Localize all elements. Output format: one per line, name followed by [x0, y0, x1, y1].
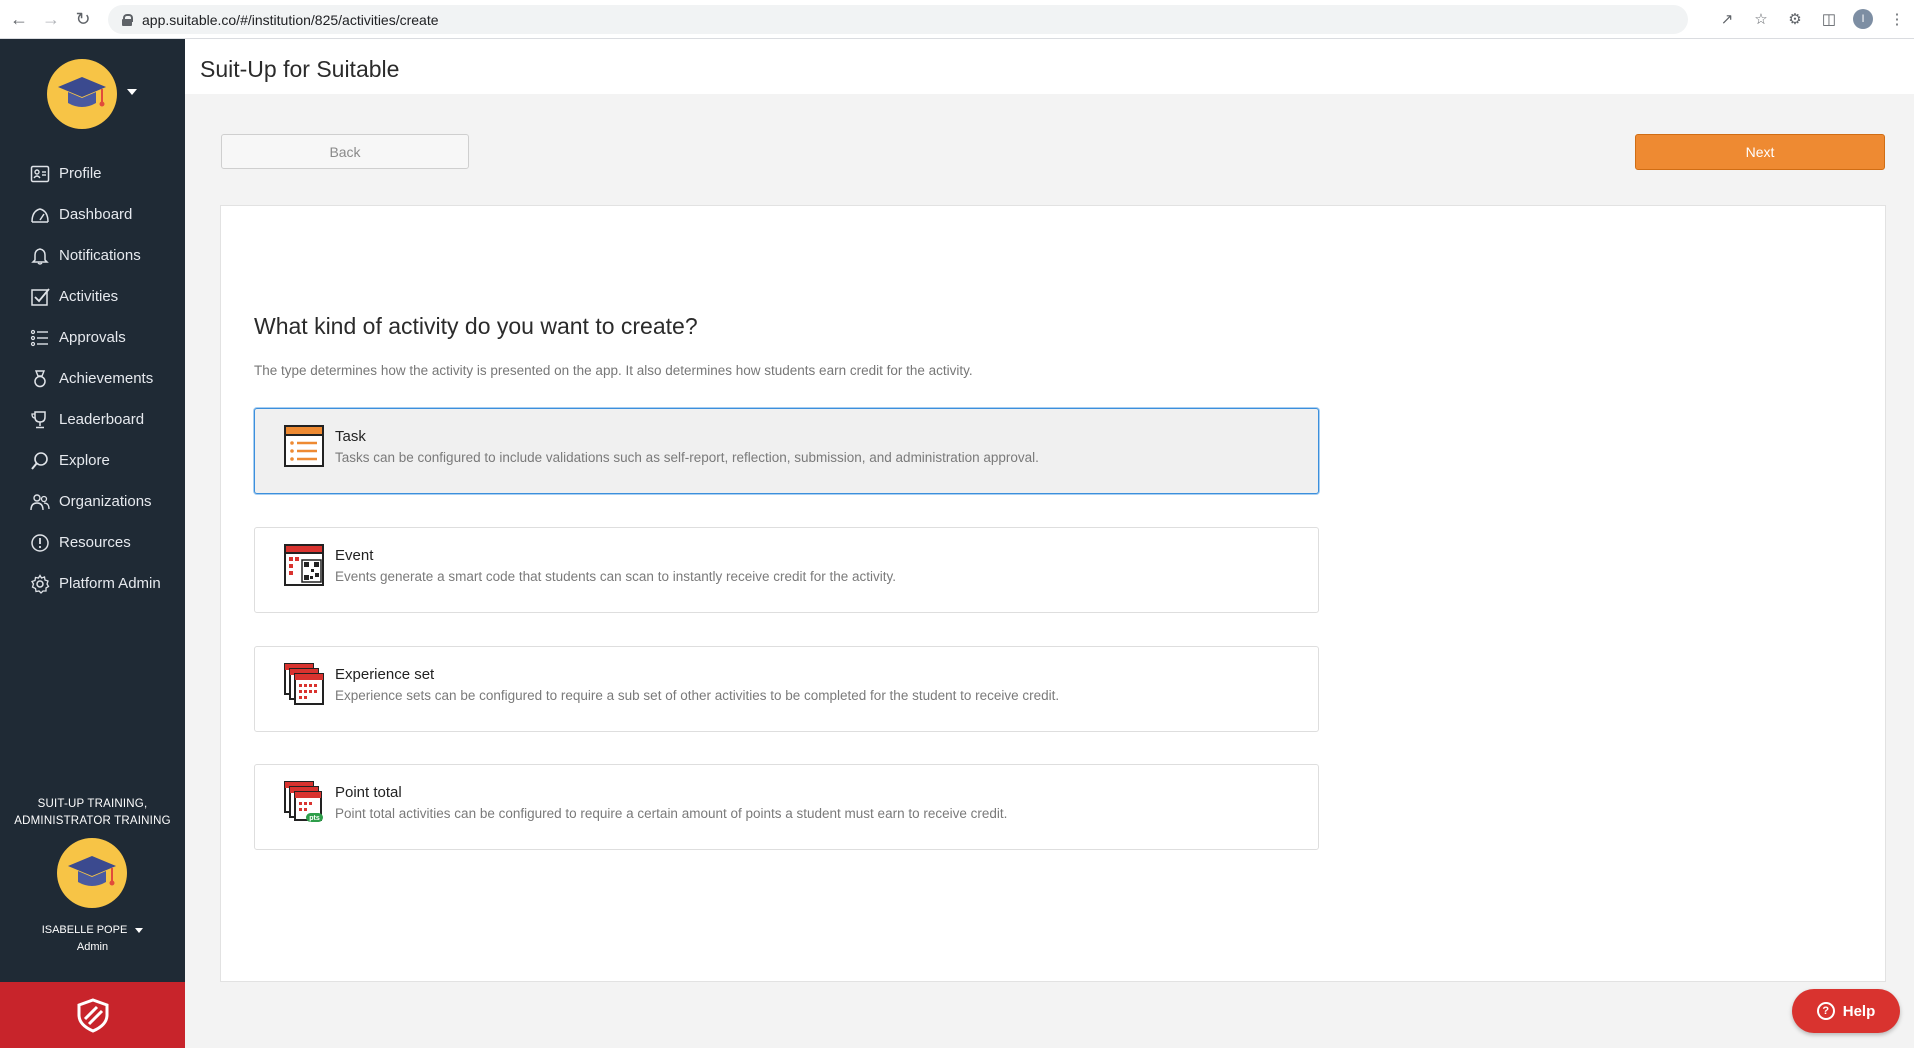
option-experience-set[interactable]: Experience set Experience sets can be co… [254, 646, 1319, 732]
extensions-icon[interactable]: ⚙ [1782, 6, 1808, 32]
sidebar-item-notifications[interactable]: Notifications [0, 235, 185, 276]
side-panel-icon[interactable]: ◫ [1816, 6, 1842, 32]
option-title: Experience set [335, 666, 435, 683]
option-description: Tasks can be configured to include valid… [335, 450, 1039, 465]
gear-icon [30, 573, 50, 594]
sidebar-nav: Profile Dashboard Notifications Activiti… [0, 153, 185, 604]
menu-dots-icon[interactable]: ⋮ [1884, 6, 1910, 32]
trophy-icon [30, 410, 50, 430]
sidebar-item-profile[interactable]: Profile [0, 153, 185, 194]
sidebar-item-dashboard[interactable]: Dashboard [0, 194, 185, 235]
info-icon [30, 533, 50, 553]
option-task[interactable]: Task Tasks can be configured to include … [254, 408, 1319, 494]
sidebar: Profile Dashboard Notifications Activiti… [0, 39, 185, 1048]
sidebar-item-resources[interactable]: Resources [0, 522, 185, 563]
question-icon: ? [1816, 1002, 1835, 1020]
lock-icon [122, 13, 133, 26]
page-title: Suit-Up for Suitable [200, 56, 400, 82]
brand-footer [0, 982, 185, 1048]
sidebar-item-label: Leaderboard [59, 411, 145, 428]
graduation-cap-icon [68, 856, 116, 886]
sidebar-item-label: Resources [59, 534, 131, 551]
avatar[interactable] [57, 838, 127, 908]
option-point-total[interactable]: pts Point total Point total activities c… [254, 764, 1319, 850]
option-description: Point total activities can be configured… [335, 806, 1008, 821]
question-subtext: The type determines how the activity is … [254, 363, 973, 378]
forward-arrow-icon[interactable]: → [38, 6, 64, 32]
dashboard-icon [30, 205, 50, 225]
profile-icon[interactable]: I [1850, 6, 1876, 32]
option-title: Task [335, 428, 366, 445]
sidebar-item-achievements[interactable]: Achievements [0, 358, 185, 399]
url-text: app.suitable.co/#/institution/825/activi… [142, 11, 439, 28]
page-header: Suit-Up for Suitable [185, 39, 1914, 94]
option-title: Point total [335, 784, 402, 801]
sidebar-item-label: Dashboard [59, 206, 133, 223]
task-icon [284, 425, 324, 467]
sidebar-item-activities[interactable]: Activities [0, 276, 185, 317]
sidebar-item-leaderboard[interactable]: Leaderboard [0, 399, 185, 440]
sidebar-item-label: Approvals [59, 329, 126, 346]
back-arrow-icon[interactable]: ← [6, 6, 32, 32]
chevron-down-icon[interactable] [127, 89, 137, 95]
magnifier-icon [30, 451, 50, 471]
sidebar-item-label: Notifications [59, 247, 141, 264]
sidebar-item-organizations[interactable]: Organizations [0, 481, 185, 522]
option-description: Events generate a smart code that studen… [335, 569, 897, 584]
graduation-cap-icon [58, 77, 106, 107]
address-bar[interactable]: app.suitable.co/#/institution/825/activi… [108, 5, 1688, 34]
user-menu[interactable]: ISABELLE POPE [0, 924, 185, 936]
reload-icon[interactable]: ↻ [70, 6, 96, 32]
option-title: Event [335, 547, 374, 564]
sidebar-item-approvals[interactable]: Approvals [0, 317, 185, 358]
option-description: Experience sets can be configured to req… [335, 688, 1060, 703]
star-icon[interactable]: ☆ [1748, 6, 1774, 32]
event-calendar-qr-icon [284, 544, 324, 586]
sidebar-item-label: Platform Admin [59, 575, 161, 592]
browser-toolbar: ← → ↻ app.suitable.co/#/institution/825/… [0, 0, 1914, 39]
user-role: Admin [76, 941, 109, 953]
pts-badge: pts [309, 815, 320, 822]
question-heading: What kind of activity do you want to cre… [254, 313, 698, 339]
next-button[interactable]: Next [1635, 134, 1885, 170]
experience-set-icon [284, 663, 324, 705]
activity-type-card: What kind of activity do you want to cre… [220, 205, 1886, 982]
back-button[interactable]: Back [221, 134, 469, 169]
option-event[interactable]: Event Events generate a smart code that … [254, 527, 1319, 613]
share-icon[interactable]: ↗ [1714, 6, 1740, 32]
help-button[interactable]: ? Help [1792, 989, 1900, 1033]
list-check-icon [30, 328, 50, 348]
sidebar-item-label: Explore [59, 452, 110, 469]
sidebar-item-explore[interactable]: Explore [0, 440, 185, 481]
sidebar-item-label: Achievements [59, 370, 154, 387]
institution-logo[interactable] [47, 59, 117, 129]
shield-icon [77, 998, 108, 1033]
sidebar-item-platform-admin[interactable]: Platform Admin [0, 563, 185, 604]
bell-icon [30, 246, 50, 266]
people-icon [30, 492, 50, 512]
id-card-icon [30, 164, 50, 184]
medal-icon [30, 369, 50, 389]
chevron-down-icon [135, 927, 144, 933]
checkbox-icon [30, 287, 50, 307]
sidebar-item-label: Activities [59, 288, 119, 305]
organization-name: SUIT-UP TRAINING, ADMINISTRATOR TRAINING [14, 798, 171, 827]
sidebar-item-label: Profile [59, 165, 102, 182]
sidebar-item-label: Organizations [59, 493, 152, 510]
point-total-icon: pts [284, 781, 323, 822]
